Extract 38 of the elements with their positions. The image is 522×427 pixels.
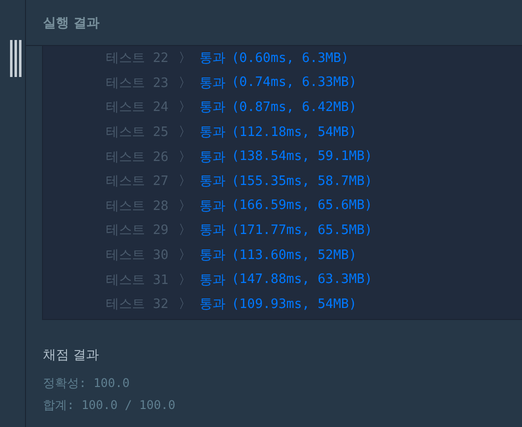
test-detail: (112.18ms, 54MB) — [231, 124, 357, 140]
separator: 〉 — [178, 124, 192, 142]
test-detail: (138.54ms, 59.1MB) — [231, 149, 372, 164]
test-detail: (155.35ms, 58.7MB) — [231, 174, 372, 189]
test-status: 통과 — [199, 173, 226, 190]
test-status: 통과 — [199, 124, 226, 142]
test-detail: (0.74ms, 6.33MB) — [231, 75, 357, 90]
separator: 〉 — [178, 296, 192, 314]
panel-title: 실행 결과 — [43, 14, 100, 32]
test-status: 통과 — [199, 272, 226, 289]
test-status: 통과 — [199, 247, 226, 264]
test-detail: (0.60ms, 6.3MB) — [231, 50, 349, 66]
test-detail: (0.87ms, 6.42MB) — [231, 100, 357, 115]
test-detail: (113.60ms, 52MB) — [231, 248, 357, 263]
grading-line: 정확성: 100.0 — [43, 374, 130, 392]
test-status: 통과 — [199, 99, 226, 116]
test-status: 통과 — [199, 74, 226, 92]
test-status: 통과 — [199, 222, 226, 240]
test-status: 통과 — [199, 50, 226, 68]
test-status: 통과 — [199, 198, 226, 215]
separator: 〉 — [178, 173, 192, 190]
separator: 〉 — [178, 74, 192, 92]
drag-handle-icon[interactable] — [10, 40, 22, 77]
test-status: 통과 — [199, 296, 226, 314]
grading-line: 합계: 100.0 / 100.0 — [43, 396, 176, 414]
test-detail: (171.77ms, 65.5MB) — [231, 222, 372, 238]
separator: 〉 — [178, 148, 192, 166]
separator: 〉 — [178, 50, 192, 68]
separator: 〉 — [178, 272, 192, 289]
grading-title: 채점 결과 — [43, 347, 100, 364]
separator: 〉 — [178, 247, 192, 264]
separator: 〉 — [178, 99, 192, 116]
separator: 〉 — [178, 222, 192, 240]
separator: 〉 — [178, 198, 192, 215]
test-detail: (147.88ms, 63.3MB) — [231, 272, 372, 288]
test-detail: (166.59ms, 65.6MB) — [231, 198, 372, 214]
test-status: 통과 — [199, 148, 226, 166]
test-detail: (109.93ms, 54MB) — [231, 296, 357, 312]
